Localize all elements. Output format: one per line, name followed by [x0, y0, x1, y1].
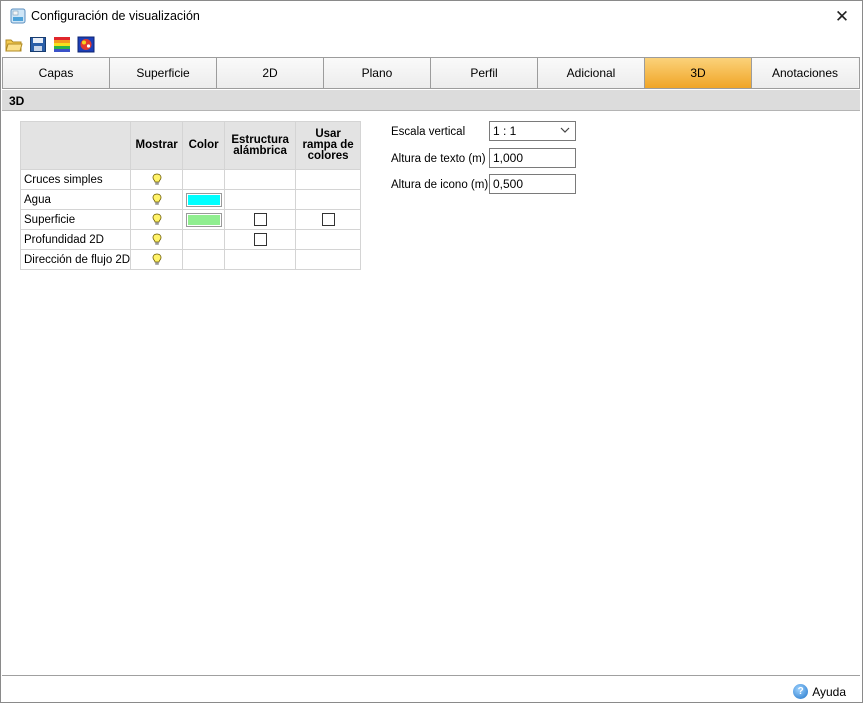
color-cell [182, 229, 226, 250]
footer: ? Ayuda [2, 675, 860, 702]
ramp-cell[interactable] [295, 209, 362, 230]
tab-bar: Capas Superficie 2D Plano Perfil Adicion… [2, 57, 860, 89]
row-label: Cruces simples [19, 169, 132, 190]
toolbar [1, 32, 862, 56]
wireframe-cell [224, 189, 297, 210]
color-cell[interactable] [182, 189, 226, 210]
tab-3d[interactable]: 3D [645, 58, 752, 88]
app-icon [10, 8, 26, 24]
tab-anotaciones[interactable]: Anotaciones [752, 58, 858, 88]
lightbulb-icon[interactable] [152, 233, 162, 246]
tab-superficie[interactable]: Superficie [110, 58, 217, 88]
header-estructura: Estructura alámbrica [224, 121, 297, 170]
row-label: Agua [19, 189, 132, 210]
help-button[interactable]: ? Ayuda [793, 684, 846, 699]
settings-window: Configuración de visualización ✕ Capas S… [0, 0, 863, 703]
icon-height-input[interactable]: 0,500 [489, 174, 576, 194]
swatch-fill [187, 194, 220, 205]
row-label: Superficie [19, 209, 132, 230]
header-mostrar: Mostrar [130, 121, 184, 170]
wireframe-cell [224, 249, 297, 270]
title-bar: Configuración de visualización ✕ [1, 1, 862, 32]
row-label: Dirección de flujo 2D [19, 249, 132, 270]
section-title: 3D [2, 90, 860, 111]
help-label: Ayuda [812, 684, 846, 699]
text-height-label: Altura de texto (m) [391, 153, 486, 165]
vertical-scale-value: 1 : 1 [493, 124, 517, 138]
color-ramp-icon[interactable] [53, 36, 71, 53]
show-cell[interactable] [130, 229, 184, 250]
table-row[interactable]: Cruces simples [19, 169, 362, 190]
header-estructura-line2: alámbrica [233, 144, 287, 157]
table-row[interactable]: Profundidad 2D [19, 229, 362, 250]
save-icon[interactable] [29, 36, 47, 53]
content-panel: Mostrar Color Estructura alámbrica Usar … [2, 111, 860, 675]
show-cell[interactable] [130, 169, 184, 190]
grid-corner-header [19, 121, 132, 170]
swatch-fill [187, 214, 220, 225]
close-button[interactable]: ✕ [822, 1, 862, 32]
text-height-input[interactable]: 1,000 [489, 148, 576, 168]
row-label: Profundidad 2D [19, 229, 132, 250]
table-row[interactable]: Dirección de flujo 2D [19, 249, 362, 270]
color-swatch-superficie[interactable] [185, 212, 222, 227]
color-swatch-agua[interactable] [185, 192, 222, 207]
lightbulb-icon[interactable] [152, 213, 162, 226]
palette-icon[interactable] [77, 36, 95, 53]
tab-perfil[interactable]: Perfil [431, 58, 538, 88]
ramp-cell [295, 169, 362, 190]
tab-2d[interactable]: 2D [217, 58, 324, 88]
ramp-cell [295, 189, 362, 210]
wireframe-cell[interactable] [224, 229, 297, 250]
show-cell[interactable] [130, 209, 184, 230]
layers-grid: Mostrar Color Estructura alámbrica Usar … [19, 121, 362, 270]
help-icon: ? [793, 684, 809, 699]
open-folder-icon[interactable] [5, 36, 23, 53]
ramp-cell [295, 249, 362, 270]
show-cell[interactable] [130, 249, 184, 270]
wireframe-cell [224, 169, 297, 190]
color-cell[interactable] [182, 209, 226, 230]
color-cell [182, 169, 226, 190]
header-rampa-line3: colores [307, 150, 349, 162]
color-cell [182, 249, 226, 270]
window-title: Configuración de visualización [31, 9, 200, 23]
show-cell[interactable] [130, 189, 184, 210]
vertical-scale-select[interactable]: 1 : 1 [489, 121, 576, 141]
icon-height-label: Altura de icono (m) [391, 179, 489, 191]
ramp-cell [295, 229, 362, 250]
table-row[interactable]: Superficie [19, 209, 362, 230]
header-rampa: Usar rampa de colores [295, 121, 362, 170]
header-color: Color [182, 121, 226, 170]
wireframe-cell[interactable] [224, 209, 297, 230]
tab-capas[interactable]: Capas [3, 58, 110, 88]
lightbulb-icon[interactable] [152, 173, 162, 186]
wireframe-checkbox[interactable] [253, 233, 267, 246]
wireframe-checkbox[interactable] [253, 213, 267, 226]
tab-plano[interactable]: Plano [324, 58, 431, 88]
lightbulb-icon[interactable] [152, 253, 162, 266]
lightbulb-icon[interactable] [152, 193, 162, 206]
tab-adicional[interactable]: Adicional [538, 58, 645, 88]
vertical-scale-label: Escala vertical [391, 126, 466, 138]
color-ramp-checkbox[interactable] [321, 213, 335, 226]
table-row[interactable]: Agua [19, 189, 362, 210]
chevron-down-icon [560, 127, 570, 133]
